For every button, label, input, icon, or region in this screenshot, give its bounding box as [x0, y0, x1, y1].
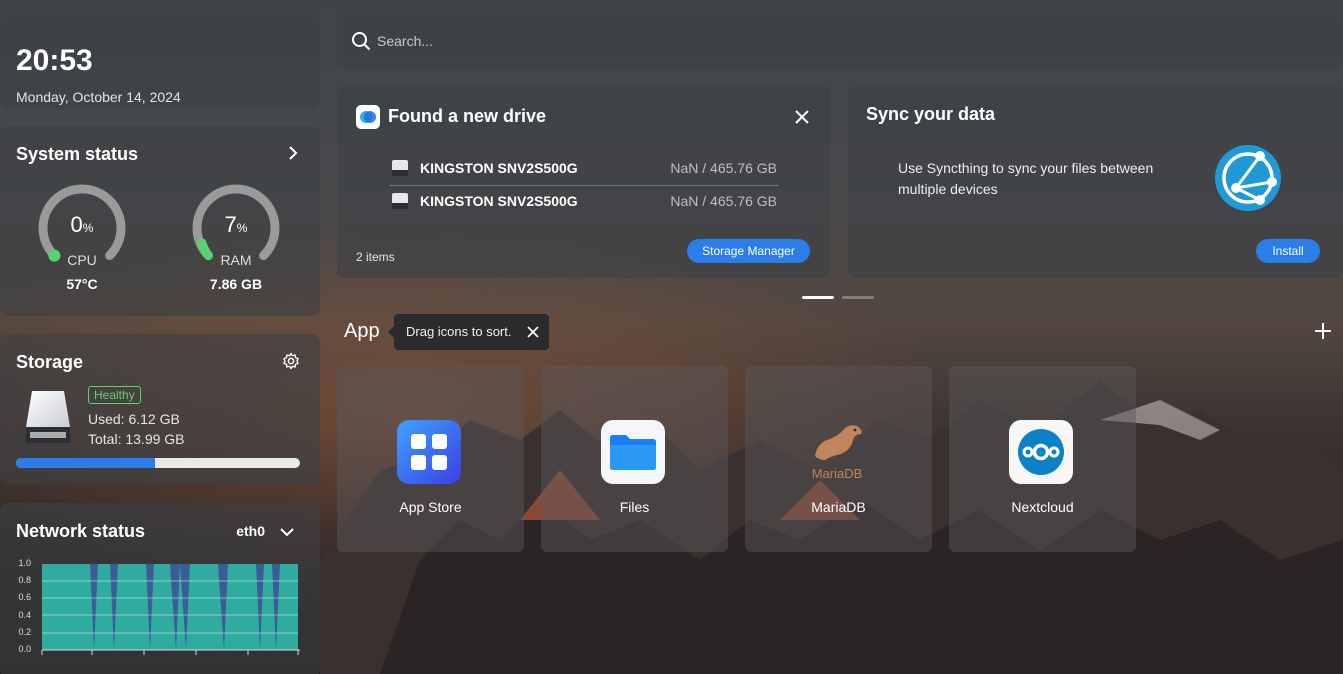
cpu-label: CPU [67, 252, 97, 268]
close-icon[interactable] [527, 326, 539, 338]
carousel-dot-active[interactable] [802, 296, 834, 299]
storage-usage-bar [16, 458, 300, 468]
y-tick-label: 0.6 [18, 592, 31, 602]
y-tick-label: 0.2 [18, 627, 31, 637]
clock-date: Monday, October 14, 2024 [16, 89, 181, 105]
app-store-icon [397, 420, 461, 484]
install-button[interactable]: Install [1256, 239, 1320, 263]
cpu-value: 0% [70, 212, 94, 237]
interface-selector[interactable]: eth0 [236, 523, 265, 539]
search-bar[interactable] [337, 14, 1343, 69]
ram-label: RAM [220, 252, 252, 268]
cpu-temperature: 57°C [66, 276, 98, 292]
y-tick-label: 0.0 [18, 644, 31, 654]
app-name: App Store [399, 499, 462, 515]
storage-title: Storage [16, 352, 84, 372]
clock-time: 20:53 [16, 44, 93, 77]
drive-size: NaN / 465.76 GB [670, 160, 777, 176]
search-input[interactable] [377, 28, 977, 54]
clock-widget: 20:53 Monday, October 14, 2024 [0, 14, 320, 109]
storage-widget: Storage Healthy Used: 6.12 GB Total: 13.… [0, 334, 320, 484]
chevron-down-icon[interactable] [280, 525, 294, 539]
tooltip-text: Drag icons to sort. [406, 324, 512, 339]
app-name: Nextcloud [1011, 499, 1074, 515]
storage-manager-button[interactable]: Storage Manager [687, 239, 810, 263]
new-drive-title: Found a new drive [388, 106, 547, 126]
app-tile-mariadb[interactable]: MariaDB MariaDB [745, 366, 932, 552]
drive-size: NaN / 465.76 GB [670, 193, 777, 209]
drive-name: KINGSTON SNV2S500G [420, 193, 578, 209]
system-status-title: System status [16, 144, 139, 164]
system-status-widget: System status 0% CPU 57°C 7% RAM 7.86 GB [0, 126, 320, 316]
search-icon [352, 32, 371, 51]
app-tile-nextcloud[interactable]: Nextcloud [949, 366, 1136, 552]
app-tile-files[interactable]: Files [541, 366, 728, 552]
plus-icon[interactable] [1314, 322, 1332, 340]
sync-description: Use Syncthing to sync your files between… [898, 160, 1154, 197]
storage-total: Total: 13.99 GB [88, 431, 185, 447]
drive-icon [392, 193, 408, 209]
drive-row: KINGSTON SNV2S500G NaN / 465.76 GB [389, 186, 779, 216]
app-section-title: App [344, 320, 380, 342]
y-tick-label: 1.0 [18, 558, 31, 568]
storage-used: Used: 6.12 GB [88, 411, 180, 427]
y-tick-label: 0.4 [18, 610, 31, 620]
ram-gauge: 7% RAM 7.86 GB [188, 180, 284, 292]
app-name: MariaDB [811, 499, 866, 515]
ram-size: 7.86 GB [209, 276, 263, 292]
drive-notification-icon [356, 105, 380, 129]
cpu-gauge: 0% CPU 57°C [34, 180, 130, 292]
mariadb-logo-text: MariaDB [812, 466, 863, 481]
network-chart: 1.0 0.8 0.6 0.4 0.2 0.0 [18, 558, 300, 655]
disk-icon [26, 391, 70, 443]
network-status-widget: Network status eth0 1.0 0.8 0.6 0.4 0.2 … [0, 503, 320, 674]
ram-value: 7% [224, 212, 248, 237]
app-tile-app-store[interactable]: App Store [337, 366, 524, 552]
network-status-title: Network status [16, 521, 146, 541]
close-icon[interactable] [794, 109, 810, 125]
files-icon [601, 420, 665, 484]
y-tick-label: 0.8 [18, 575, 31, 585]
new-drive-card: Found a new drive KINGSTON SNV2S500G NaN… [337, 86, 830, 278]
health-badge: Healthy [88, 386, 141, 404]
drive-icon [392, 160, 408, 176]
sync-title: Sync your data [866, 104, 996, 124]
mariadb-icon: MariaDB [812, 425, 863, 481]
drive-name: KINGSTON SNV2S500G [420, 160, 578, 176]
items-count: 2 items [356, 250, 395, 264]
gear-icon[interactable] [282, 352, 300, 370]
drive-row: KINGSTON SNV2S500G NaN / 465.76 GB [389, 153, 779, 183]
chevron-right-icon[interactable] [286, 146, 300, 160]
drag-tooltip: Drag icons to sort. [388, 314, 549, 350]
storage-usage-fill [16, 458, 156, 468]
nextcloud-icon [1009, 420, 1073, 484]
sync-data-card: Sync your data Use Syncthing to sync you… [848, 86, 1343, 278]
syncthing-icon [1215, 145, 1281, 211]
app-name: Files [619, 499, 650, 515]
carousel-dot[interactable] [842, 296, 874, 299]
